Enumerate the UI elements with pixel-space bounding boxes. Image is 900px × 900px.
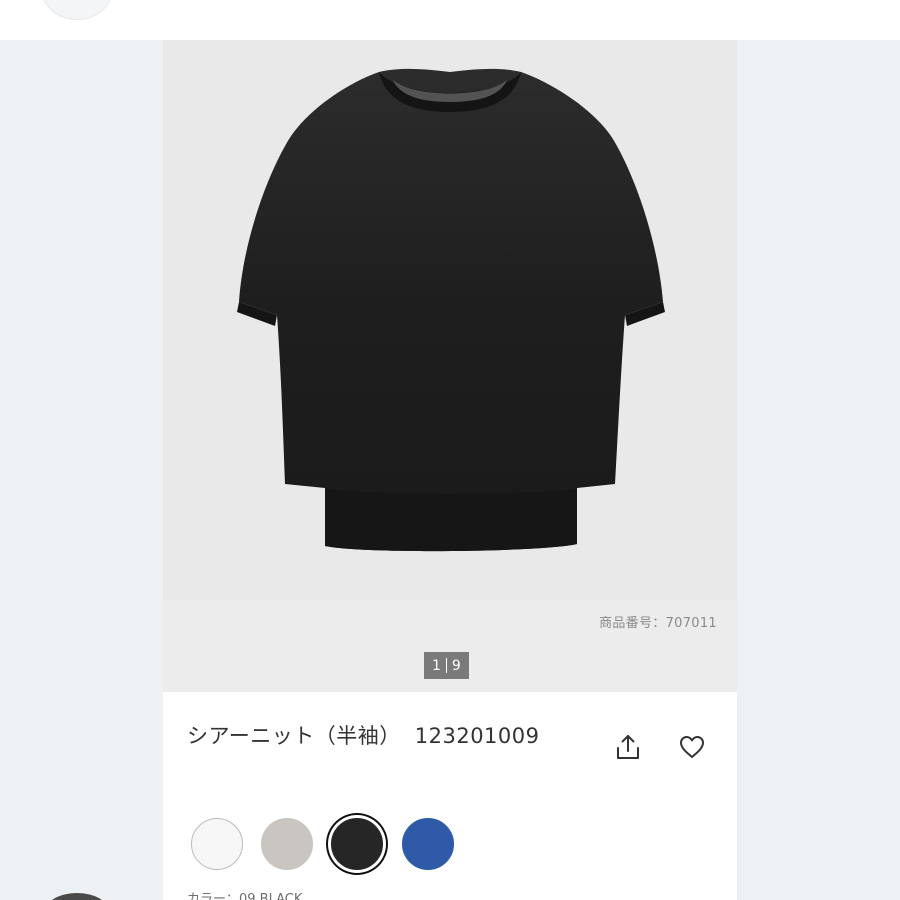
pager-separator <box>445 658 447 673</box>
favorite-button[interactable] <box>675 730 709 764</box>
color-swatch-light-gray[interactable] <box>261 818 313 870</box>
color-swatch-blue[interactable] <box>402 818 454 870</box>
avatar[interactable] <box>42 0 112 20</box>
pager-total: 9 <box>451 657 461 674</box>
product-card: 商品番号：707011 1 9 シアーニット（半袖） 123201009 カラー… <box>163 40 737 900</box>
color-swatch-black[interactable] <box>331 818 383 870</box>
color-swatch-white[interactable] <box>191 818 243 870</box>
product-info: シアーニット（半袖） 123201009 カラー：09 BLACK <box>163 692 737 900</box>
pager-current: 1 <box>432 657 441 674</box>
product-name: シアーニット（半袖） <box>187 724 401 748</box>
product-title: シアーニット（半袖） 123201009 <box>187 720 540 750</box>
share-button[interactable] <box>611 730 645 764</box>
image-pager: 1 9 <box>424 652 469 679</box>
product-sku: 商品番号：707011 <box>599 616 717 631</box>
page: 商品番号：707011 1 9 シアーニット（半袖） 123201009 カラー… <box>0 0 900 900</box>
product-gallery[interactable]: 商品番号：707011 1 9 <box>163 40 737 692</box>
product-image <box>237 68 665 552</box>
share-icon <box>617 735 639 759</box>
heart-icon <box>680 736 704 758</box>
product-photo[interactable] <box>163 40 737 600</box>
selected-color-label: カラー：09 BLACK <box>187 892 303 900</box>
product-code: 123201009 <box>414 724 540 748</box>
